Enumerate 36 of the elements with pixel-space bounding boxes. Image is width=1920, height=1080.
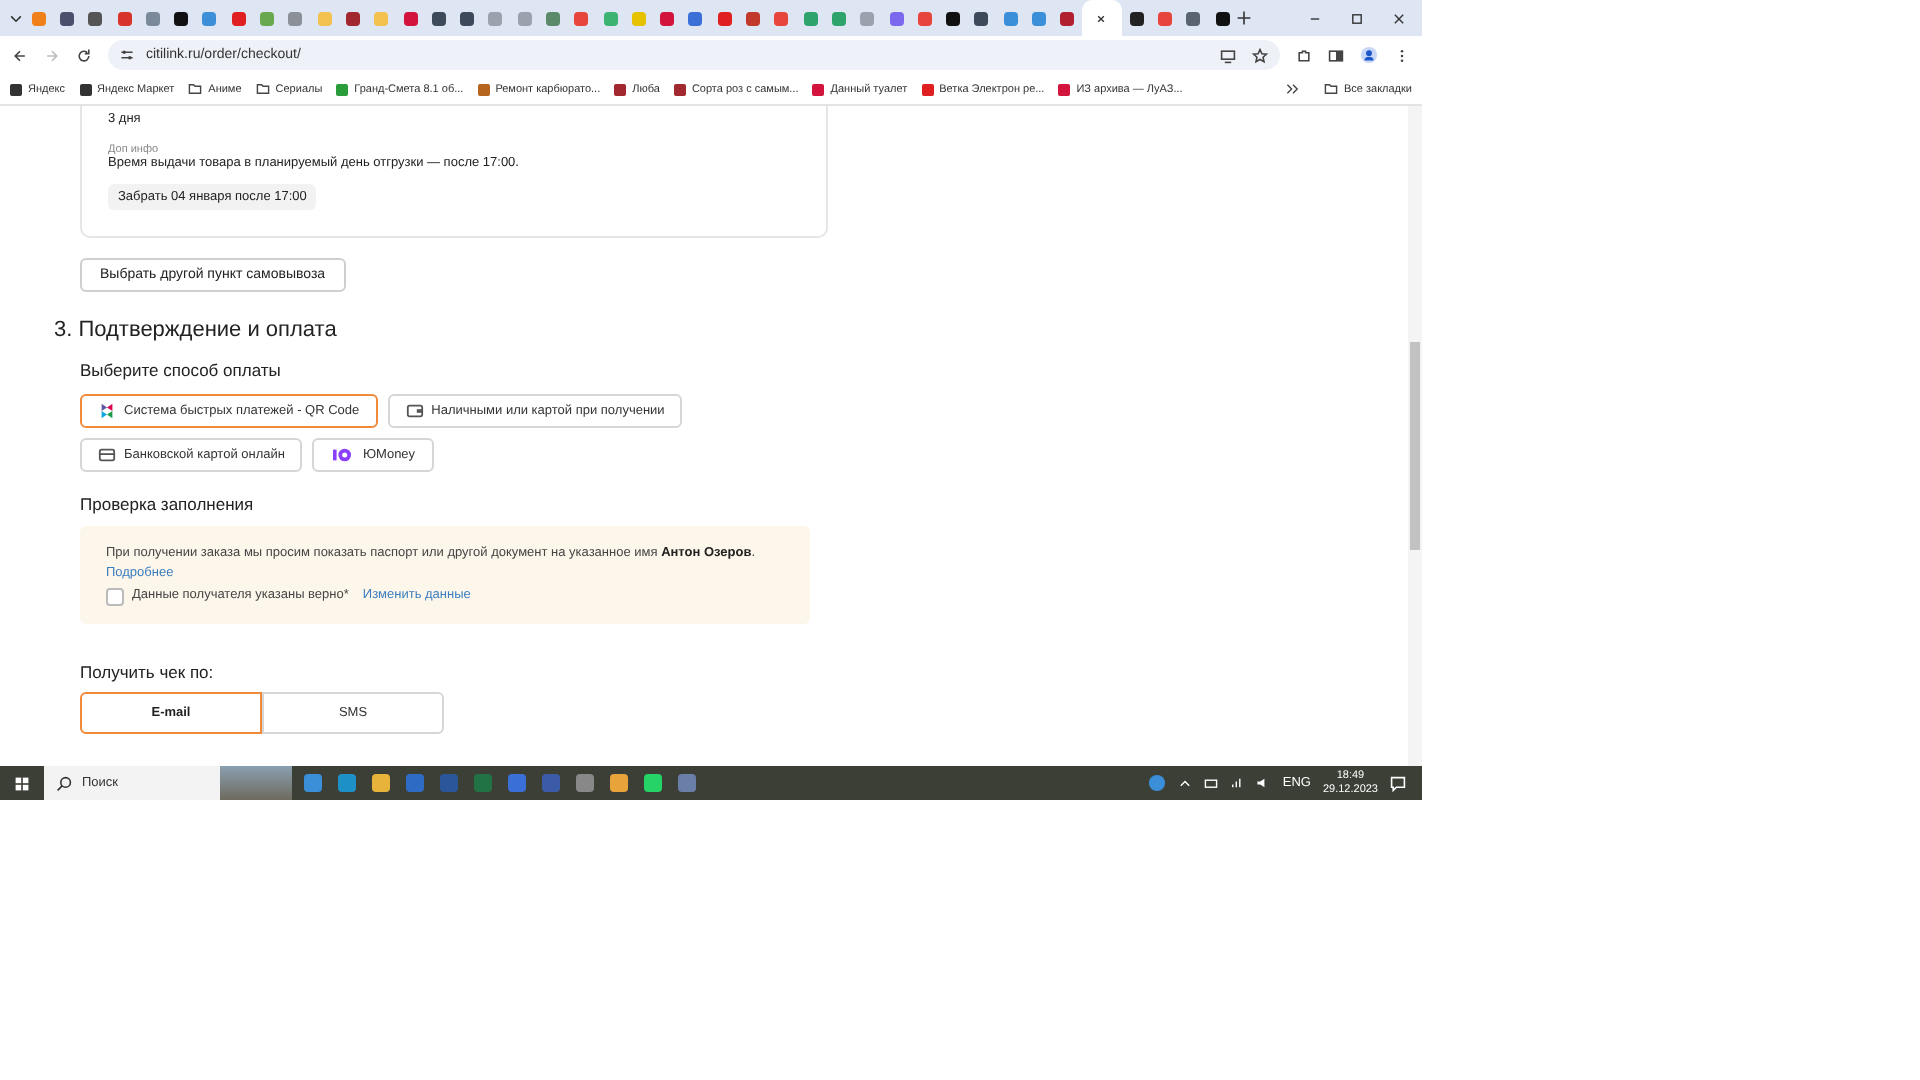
site-settings-icon — [120, 48, 134, 62]
restore-icon — [1350, 11, 1364, 25]
payment-title: Выберите способ оплаты — [80, 360, 283, 380]
section-title: 3. Подтверждение и оплата — [54, 318, 339, 342]
tab-list-icon — [8, 10, 24, 26]
close-icon — [1392, 11, 1406, 25]
forward-icon — [44, 47, 60, 63]
reload-icon — [76, 47, 92, 63]
back-icon — [12, 47, 28, 63]
sbp-logo-icon — [98, 402, 116, 420]
folder-icon — [188, 82, 203, 96]
notifications-icon — [1390, 775, 1406, 791]
help-icon — [1148, 774, 1167, 792]
folder-icon — [255, 82, 270, 96]
building-illustration — [220, 766, 292, 800]
yoomoney-logo-icon — [330, 446, 355, 464]
star-icon — [1252, 47, 1268, 63]
check-title: Проверка заполнения — [80, 494, 256, 514]
side-panel-icon — [1328, 47, 1344, 63]
windows-start-icon — [14, 775, 30, 791]
signal-icon — [1230, 776, 1245, 790]
profile-avatar-icon — [1360, 46, 1378, 64]
more-icon — [1285, 82, 1300, 96]
network-icon — [1204, 776, 1219, 790]
confirm-checkbox[interactable] — [106, 587, 124, 605]
search-icon — [56, 775, 72, 791]
folder-icon — [1323, 82, 1338, 96]
bank-card-icon — [98, 446, 116, 464]
chevron-up-icon — [1178, 776, 1193, 790]
wallet-icon — [405, 402, 424, 420]
install-app-icon — [1220, 47, 1236, 63]
new-tab-icon — [1236, 10, 1253, 26]
close-icon — [1094, 11, 1109, 25]
receipt-title: Получить чек по: — [80, 662, 216, 682]
extensions-icon — [1296, 47, 1312, 63]
scrollbar[interactable] — [1408, 106, 1422, 766]
